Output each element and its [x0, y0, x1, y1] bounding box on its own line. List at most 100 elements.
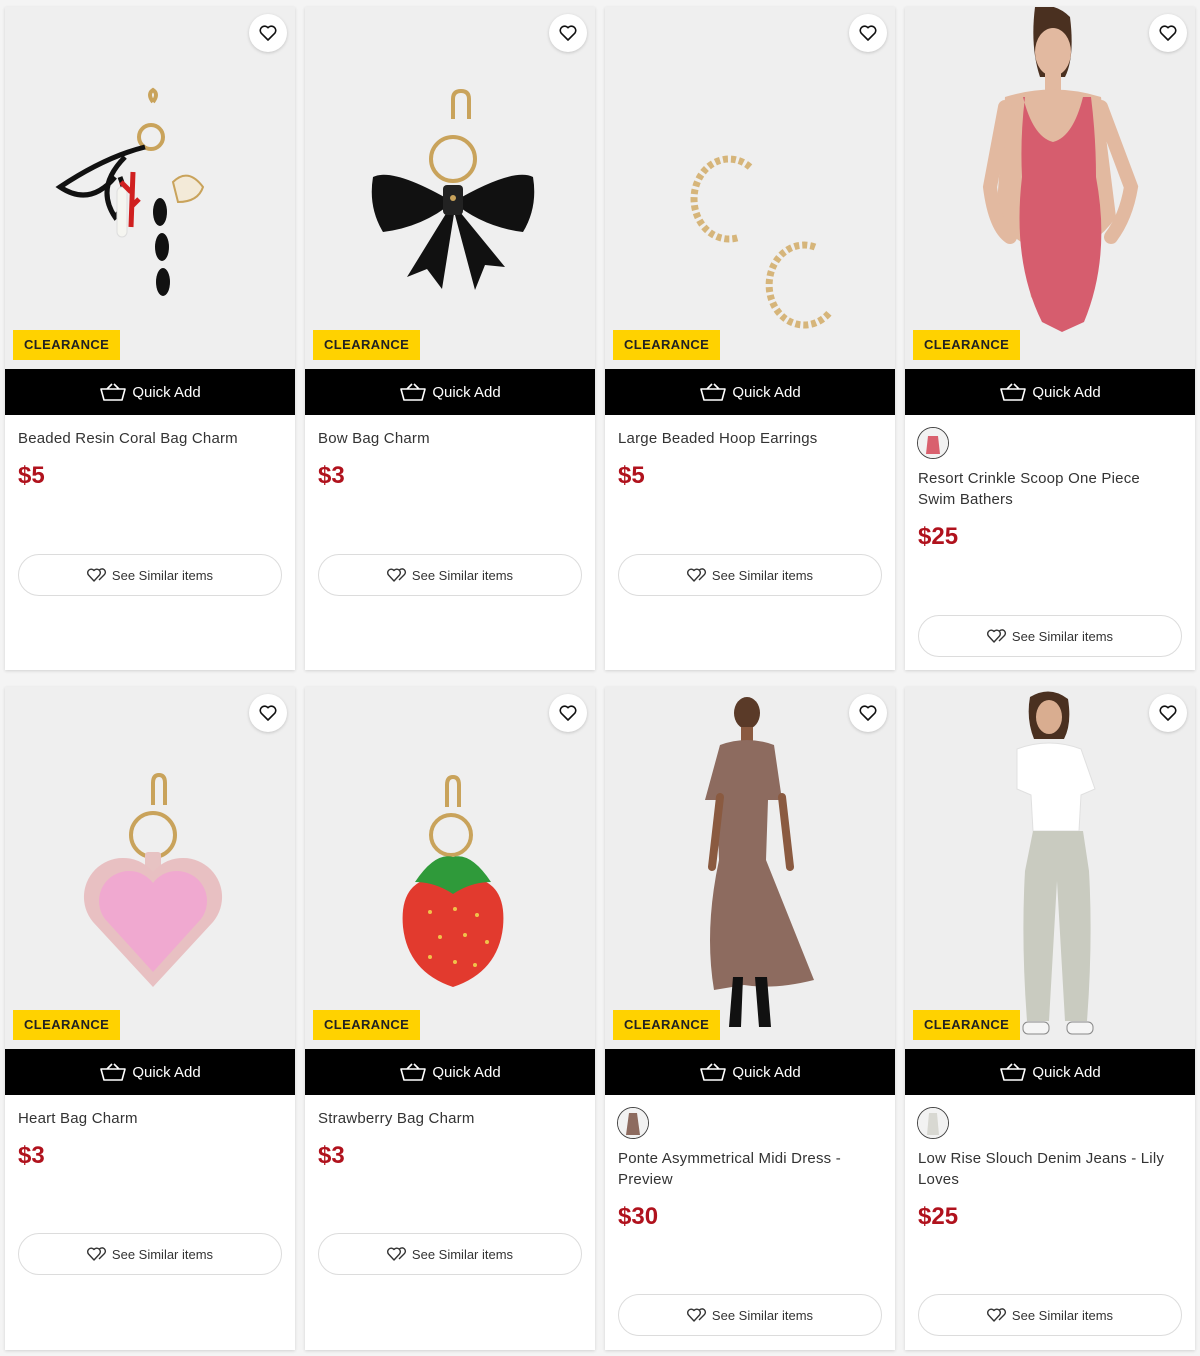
quick-add-label: Quick Add: [132, 1063, 201, 1081]
swatch-grey-jeans: [918, 1108, 948, 1138]
product-price: $3: [318, 462, 345, 489]
product-image[interactable]: CLEARANCE: [905, 7, 1195, 369]
quick-add-button[interactable]: Quick Add: [5, 369, 295, 415]
product-image[interactable]: CLEARANCE: [905, 687, 1195, 1049]
wishlist-button[interactable]: [1149, 14, 1187, 52]
see-similar-button[interactable]: See Similar items: [18, 1233, 282, 1275]
product-price: $25: [918, 1203, 959, 1230]
product-price: $5: [18, 462, 45, 489]
swatch-pink-swimsuit: [918, 428, 948, 458]
product-card[interactable]: CLEARANCE Quick Add Low Rise Slouch Deni…: [905, 687, 1195, 1350]
see-similar-button[interactable]: See Similar items: [318, 554, 582, 596]
color-swatch[interactable]: [617, 1107, 649, 1139]
heart-icon: [559, 25, 577, 41]
quick-add-button[interactable]: Quick Add: [305, 369, 595, 415]
quick-add-button[interactable]: Quick Add: [905, 369, 1195, 415]
grey-denim-jeans-image: [905, 687, 1195, 1049]
wishlist-button[interactable]: [849, 14, 887, 52]
hearts-icon: [86, 568, 106, 582]
product-image[interactable]: CLEARANCE: [5, 7, 295, 369]
quick-add-label: Quick Add: [432, 1063, 501, 1081]
color-swatch[interactable]: [917, 1107, 949, 1139]
product-grid: CLEARANCE Quick Add Beaded Resin Coral B…: [0, 0, 1200, 1356]
product-image[interactable]: CLEARANCE: [5, 687, 295, 1049]
basket-icon: [100, 383, 127, 401]
product-name[interactable]: Strawberry Bag Charm: [318, 1108, 580, 1129]
see-similar-button[interactable]: See Similar items: [18, 554, 282, 596]
product-price: $30: [618, 1203, 659, 1230]
see-similar-label: See Similar items: [411, 1246, 514, 1262]
wishlist-button[interactable]: [249, 694, 287, 732]
heart-icon: [259, 25, 277, 41]
product-image[interactable]: CLEARANCE: [605, 7, 895, 369]
brown-midi-dress-image: [605, 687, 895, 1049]
product-name[interactable]: Low Rise Slouch Denim Jeans - Lily Loves: [918, 1148, 1180, 1190]
see-similar-button[interactable]: See Similar items: [918, 615, 1182, 657]
product-name[interactable]: Ponte Asymmetrical Midi Dress - Preview: [618, 1148, 880, 1190]
heart-bag-charm-image: [5, 687, 295, 1049]
clearance-badge: CLEARANCE: [13, 1010, 121, 1040]
see-similar-label: See Similar items: [1011, 628, 1114, 644]
product-name[interactable]: Large Beaded Hoop Earrings: [618, 428, 880, 449]
coral-bag-charm-image: [5, 7, 295, 369]
wishlist-button[interactable]: [549, 14, 587, 52]
product-image[interactable]: CLEARANCE: [605, 687, 895, 1049]
see-similar-button[interactable]: See Similar items: [618, 554, 882, 596]
quick-add-button[interactable]: Quick Add: [905, 1049, 1195, 1095]
product-card[interactable]: CLEARANCE Quick Add Resort Crinkle Scoop…: [905, 7, 1195, 670]
product-price: $3: [18, 1142, 45, 1169]
heart-icon: [859, 705, 877, 721]
product-card[interactable]: CLEARANCE Quick Add Beaded Resin Coral B…: [5, 7, 295, 670]
product-name[interactable]: Bow Bag Charm: [318, 428, 580, 449]
product-card[interactable]: CLEARANCE Quick Add Heart Bag Charm $3 S…: [5, 687, 295, 1350]
heart-icon: [859, 25, 877, 41]
product-card[interactable]: CLEARANCE Quick Add Bow Bag Charm $3 See…: [305, 7, 595, 670]
see-similar-button[interactable]: See Similar items: [918, 1294, 1182, 1336]
hearts-icon: [386, 568, 406, 582]
basket-icon: [100, 1063, 127, 1081]
quick-add-button[interactable]: Quick Add: [305, 1049, 595, 1095]
product-image[interactable]: CLEARANCE: [305, 687, 595, 1049]
product-card[interactable]: CLEARANCE Quick Add Strawberry Bag Charm…: [305, 687, 595, 1350]
hearts-icon: [686, 568, 706, 582]
wishlist-button[interactable]: [849, 694, 887, 732]
quick-add-button[interactable]: Quick Add: [605, 369, 895, 415]
product-name[interactable]: Resort Crinkle Scoop One Piece Swim Bath…: [918, 468, 1180, 510]
product-price: $25: [918, 523, 959, 550]
hearts-icon: [986, 1308, 1006, 1322]
clearance-badge: CLEARANCE: [313, 1010, 421, 1040]
clearance-badge: CLEARANCE: [913, 330, 1021, 360]
see-similar-button[interactable]: See Similar items: [618, 1294, 882, 1336]
swatch-brown-dress: [618, 1108, 648, 1138]
hearts-icon: [386, 1247, 406, 1261]
product-image[interactable]: CLEARANCE: [305, 7, 595, 369]
wishlist-button[interactable]: [249, 14, 287, 52]
strawberry-bag-charm-image: [305, 687, 595, 1049]
quick-add-label: Quick Add: [1032, 1063, 1101, 1081]
heart-icon: [559, 705, 577, 721]
product-price: $3: [318, 1142, 345, 1169]
product-name[interactable]: Beaded Resin Coral Bag Charm: [18, 428, 280, 449]
quick-add-label: Quick Add: [1032, 383, 1101, 401]
hearts-icon: [986, 629, 1006, 643]
wishlist-button[interactable]: [1149, 694, 1187, 732]
bow-bag-charm-image: [305, 7, 595, 369]
product-card[interactable]: CLEARANCE Quick Add Large Beaded Hoop Ea…: [605, 7, 895, 670]
product-price: $5: [618, 462, 645, 489]
quick-add-button[interactable]: Quick Add: [605, 1049, 895, 1095]
product-name[interactable]: Heart Bag Charm: [18, 1108, 280, 1129]
color-swatch[interactable]: [917, 427, 949, 459]
basket-icon: [1000, 383, 1027, 401]
hoop-earrings-image: [605, 7, 895, 369]
see-similar-button[interactable]: See Similar items: [318, 1233, 582, 1275]
hearts-icon: [686, 1308, 706, 1322]
quick-add-label: Quick Add: [732, 1063, 801, 1081]
see-similar-label: See Similar items: [111, 567, 214, 583]
wishlist-button[interactable]: [549, 694, 587, 732]
basket-icon: [1000, 1063, 1027, 1081]
quick-add-label: Quick Add: [732, 383, 801, 401]
product-card[interactable]: CLEARANCE Quick Add Ponte Asymmetrical M…: [605, 687, 895, 1350]
quick-add-button[interactable]: Quick Add: [5, 1049, 295, 1095]
see-similar-label: See Similar items: [1011, 1307, 1114, 1323]
see-similar-label: See Similar items: [411, 567, 514, 583]
